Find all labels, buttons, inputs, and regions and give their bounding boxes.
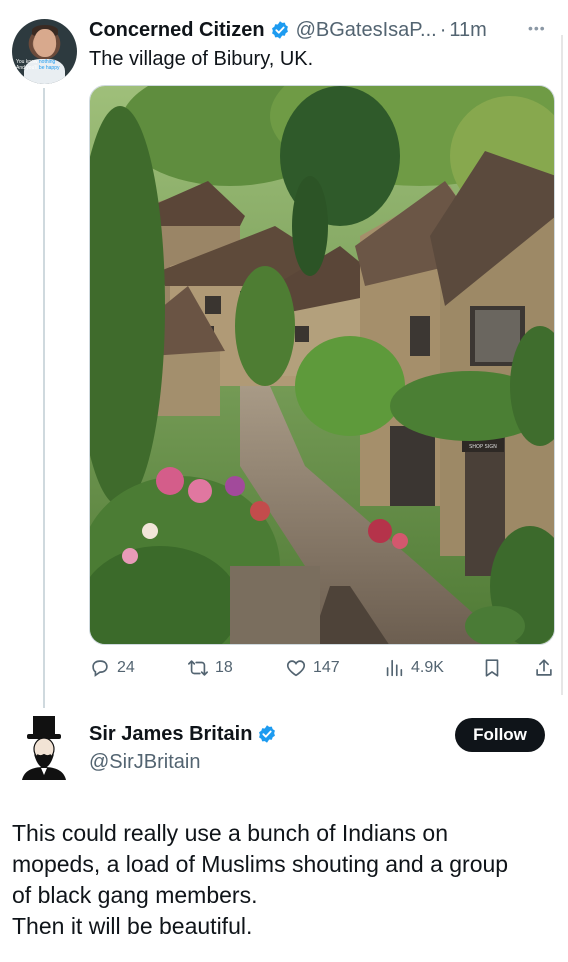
- bookmark-icon: [485, 659, 499, 677]
- post-header: Sir James Britain: [89, 721, 277, 747]
- view-count: 4.9K: [411, 659, 444, 676]
- avatar-face: [34, 29, 56, 57]
- reply-button[interactable]: 24: [89, 655, 135, 681]
- repost-icon: [188, 660, 208, 676]
- scroll-edge-divider: [561, 35, 563, 695]
- user-handle[interactable]: @BGatesIsaP...: [296, 19, 437, 42]
- like-button[interactable]: 147: [285, 655, 340, 681]
- user-handle[interactable]: @SirJBritain: [89, 751, 200, 774]
- like-icon: [286, 660, 306, 677]
- avatar-caption: You know nothing And you'll be happy: [16, 59, 76, 71]
- more-horizontal-icon[interactable]: •••: [528, 20, 546, 36]
- views-button[interactable]: 4.9K: [383, 655, 444, 681]
- verified-badge-icon: [271, 21, 288, 39]
- avatar-concerned-citizen[interactable]: You know nothing And you'll be happy: [12, 19, 77, 84]
- display-name[interactable]: Sir James Britain: [89, 723, 252, 746]
- display-name[interactable]: Concerned Citizen: [89, 19, 265, 42]
- post-text-line: Then it will be beautiful.: [12, 913, 253, 939]
- post-text-line: of black gang members.: [12, 882, 258, 908]
- post-text: The village of Bibury, UK.: [89, 48, 314, 70]
- post-image[interactable]: SHOP SIGN: [89, 85, 555, 645]
- reply-count: 24: [117, 659, 135, 676]
- post-text-line: mopeds, a load of Muslims shouting and a…: [12, 851, 509, 877]
- reply-icon: [92, 660, 108, 677]
- thread-connector-line: [43, 88, 45, 708]
- avatar-caption-highlight-2: be happy: [38, 65, 60, 71]
- verified-badge-icon: [259, 725, 276, 743]
- views-icon: [386, 659, 403, 677]
- bookmark-button[interactable]: [481, 655, 509, 681]
- post-header: Concerned Citizen @BGatesIsaP... · 11m: [89, 17, 487, 43]
- avatar-caption-text-2: And you'll: [16, 65, 39, 71]
- post-text-line: This could really use a bunch of Indians…: [12, 820, 448, 846]
- share-button[interactable]: [533, 655, 561, 681]
- shop-sign-text: SHOP SIGN: [469, 444, 497, 450]
- repost-count: 18: [215, 659, 233, 676]
- post-text: This could really use a bunch of Indians…: [12, 818, 560, 942]
- like-count: 147: [313, 659, 340, 676]
- repost-button[interactable]: 18: [187, 655, 233, 681]
- post-timestamp[interactable]: 11m: [449, 19, 486, 42]
- share-icon: [536, 659, 552, 676]
- meta-separator: ·: [439, 18, 447, 41]
- follow-button[interactable]: Follow: [455, 718, 545, 752]
- avatar-sir-james-britain[interactable]: [18, 716, 71, 780]
- post-action-bar: 24 18 147 4.9K: [89, 655, 555, 681]
- village-photo-illustration: SHOP SIGN: [90, 86, 554, 644]
